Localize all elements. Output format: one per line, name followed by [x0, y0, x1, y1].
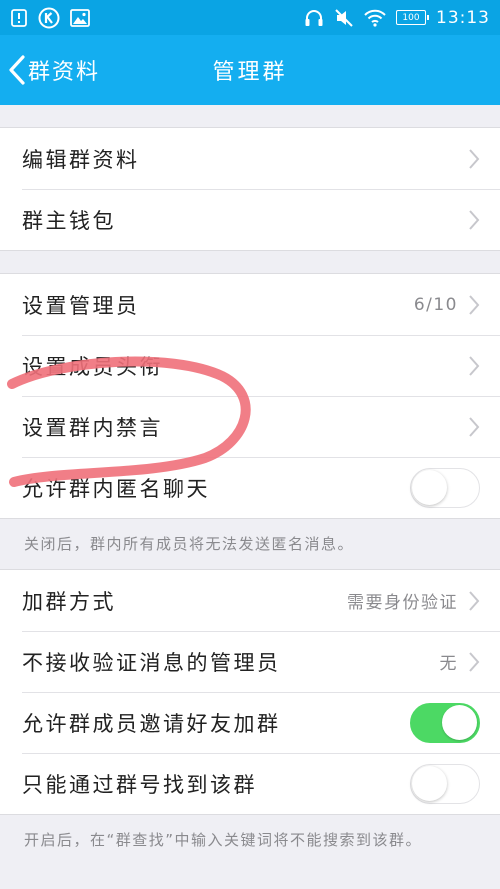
row-member-titles[interactable]: 设置成员头衔 [0, 335, 500, 396]
row-label: 群主钱包 [22, 208, 116, 233]
status-icons-right: 100 13:13 [304, 8, 490, 28]
wifi-icon [364, 9, 386, 27]
find-by-number-toggle[interactable] [410, 763, 480, 804]
row-label: 设置管理员 [22, 293, 140, 318]
row-label: 设置成员头衔 [22, 354, 163, 379]
status-bar: 100 13:13 [0, 0, 500, 35]
row-label: 只能通过群号找到该群 [22, 772, 257, 797]
status-time: 13:13 [436, 7, 490, 28]
mute-icon [335, 8, 353, 27]
anonymous-chat-toggle[interactable] [410, 467, 480, 508]
battery-level: 100 [402, 12, 420, 23]
anonymous-chat-note: 关闭后，群内所有成员将无法发送匿名消息。 [24, 535, 355, 553]
back-chevron-icon [9, 55, 25, 85]
status-icons-left [10, 7, 90, 29]
group-members: 设置管理员 6/10 设置成员头衔 设置群内禁言 允许群内匿名聊天 [0, 273, 500, 519]
row-anonymous-chat: 允许群内匿名聊天 [0, 457, 500, 518]
back-button[interactable]: 群资料 [0, 35, 100, 105]
row-label: 编辑群资料 [22, 147, 140, 172]
allow-invite-toggle[interactable] [410, 702, 480, 743]
row-set-admins[interactable]: 设置管理员 6/10 [0, 274, 500, 335]
gallery-icon [70, 8, 90, 27]
row-allow-invite: 允许群成员邀请好友加群 [0, 692, 500, 753]
row-find-by-number-only: 只能通过群号找到该群 [0, 753, 500, 814]
battery-indicator: 100 [396, 10, 429, 25]
row-label: 不接收验证消息的管理员 [22, 650, 281, 675]
chevron-right-icon [469, 209, 480, 230]
group-join: 加群方式 需要身份验证 不接收验证消息的管理员 无 允许群成员邀请好友加群 只能… [0, 569, 500, 815]
notification-alert-icon [11, 8, 27, 27]
row-group-mute[interactable]: 设置群内禁言 [0, 396, 500, 457]
chevron-right-icon [469, 294, 480, 315]
row-edit-group-info[interactable]: 编辑群资料 [0, 128, 500, 189]
back-label: 群资料 [28, 60, 101, 85]
chevron-right-icon [469, 355, 480, 376]
row-label: 加群方式 [22, 589, 116, 614]
join-method-value: 需要身份验证 [347, 593, 458, 613]
row-no-verify-admins[interactable]: 不接收验证消息的管理员 无 [0, 631, 500, 692]
row-label: 允许群成员邀请好友加群 [22, 711, 281, 736]
row-label: 允许群内匿名聊天 [22, 476, 210, 501]
chevron-right-icon [469, 148, 480, 169]
row-join-method[interactable]: 加群方式 需要身份验证 [0, 570, 500, 631]
admin-count: 6/10 [413, 294, 458, 315]
k-app-icon [38, 7, 60, 28]
nav-bar: 群资料 管理群 [0, 35, 500, 105]
chevron-right-icon [469, 416, 480, 437]
group-profile: 编辑群资料 群主钱包 [0, 127, 500, 251]
row-label: 设置群内禁言 [22, 415, 163, 440]
headset-icon [305, 9, 323, 26]
row-owner-wallet[interactable]: 群主钱包 [0, 189, 500, 250]
chevron-right-icon [469, 651, 480, 672]
no-verify-admins-value: 无 [439, 654, 458, 674]
chevron-right-icon [469, 590, 480, 611]
find-by-number-note: 开启后，在“群查找”中输入关键词将不能搜索到该群。 [24, 831, 423, 849]
